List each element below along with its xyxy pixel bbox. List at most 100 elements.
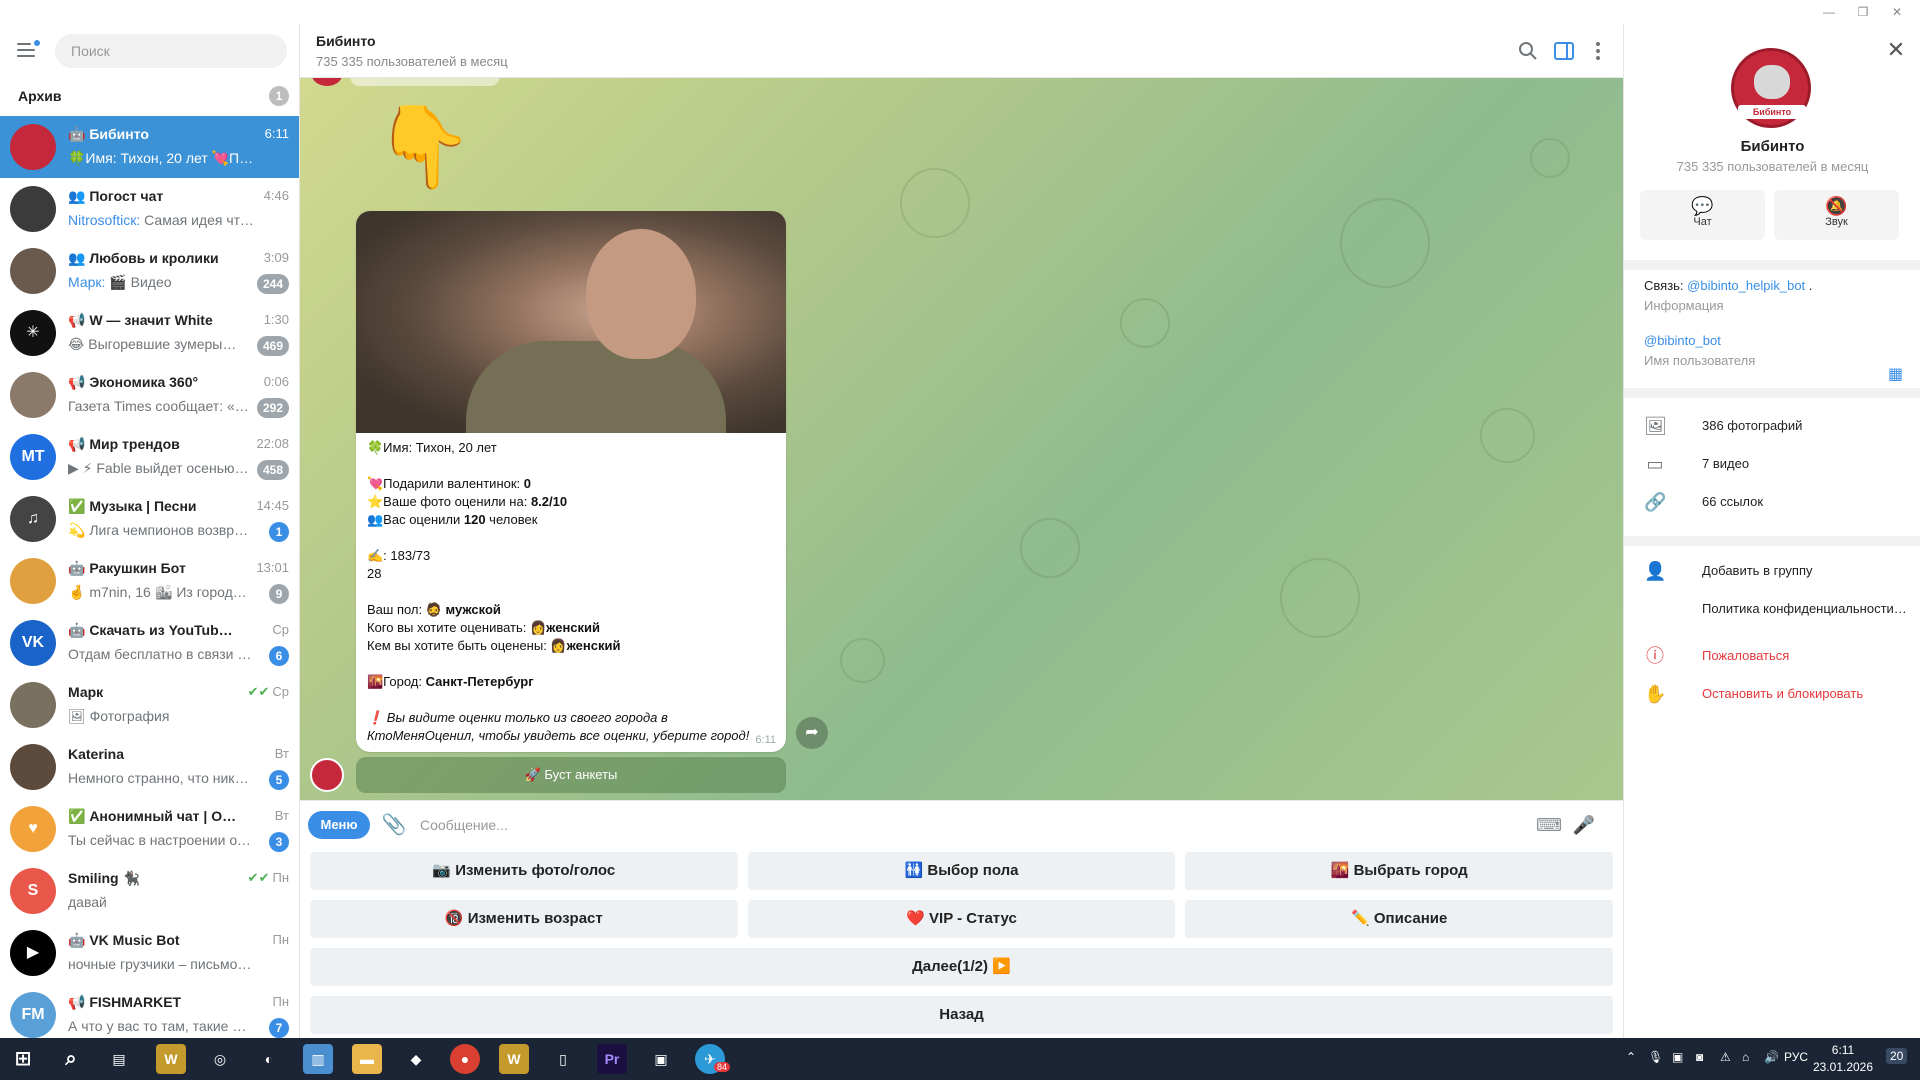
file-explorer-icon[interactable]: ▬ xyxy=(352,1044,382,1074)
chat-time: Вт xyxy=(274,808,289,823)
keyboard-button[interactable]: ✏️ Описание xyxy=(1185,900,1614,938)
chat-list-item[interactable]: VK 🤖 Скачать из YouTube RuTu… Ср Отдам бесп… xyxy=(0,612,299,674)
chat-name: Марк xyxy=(68,684,104,700)
app-discord-icon[interactable]: ◐ xyxy=(254,1044,284,1074)
chat-preview: 🍀Имя: Тихон, 20 лет 💘Пода… xyxy=(68,150,254,166)
previous-message[interactable] xyxy=(350,78,500,86)
app-w-icon[interactable]: W xyxy=(156,1044,186,1074)
chat-list-item[interactable]: 🤖 Ракушкин Бот 13:01 🤞 m7nin, 16 🏙 Из горо… xyxy=(0,550,299,612)
sound-button[interactable]: 🔕 Звук xyxy=(1774,190,1899,240)
chat-list-item[interactable]: ♥ ✅ Анонимный чат | Общен… Вт Ты сейчас в н… xyxy=(0,798,299,860)
add-to-group-row[interactable]: 👤 Добавить в группу xyxy=(1624,552,1920,590)
more-options-icon[interactable] xyxy=(1586,39,1610,63)
search-input[interactable]: Поиск xyxy=(55,34,287,68)
app-notepad-icon[interactable]: ▥ xyxy=(303,1044,333,1074)
chat-time: Пн xyxy=(272,932,289,947)
keyboard-button[interactable]: 🚻 Выбор пола xyxy=(747,852,1176,890)
sender-avatar[interactable] xyxy=(312,78,342,86)
profile-photo[interactable] xyxy=(356,211,786,433)
keyboard-button[interactable]: ❤️ VIP - Статус xyxy=(747,900,1176,938)
taskbar-clock[interactable]: 6:11 23.01.2026 xyxy=(1808,1042,1878,1076)
chrome-icon[interactable]: ● xyxy=(450,1044,480,1074)
profile-avatar[interactable]: Бибинто xyxy=(1731,48,1811,128)
bot-keyboard-icon[interactable]: ⌨ xyxy=(1536,813,1562,837)
chat-list-item[interactable]: 👥 Погост чат 4:46 Nitrosofticк: Самая идея… xyxy=(0,178,299,240)
app-window-icon[interactable]: ▣ xyxy=(646,1044,676,1074)
keyboard-button[interactable]: 📷 Изменить фото/голос xyxy=(310,852,738,890)
privacy-policy-row[interactable]: Политика конфиденциальности… xyxy=(1624,590,1920,628)
chat-list-item[interactable]: 📢 Экономика 360° 0:06 Газета Times сообщае… xyxy=(0,364,299,426)
chat-list-item[interactable]: MT 📢 Мир трендов 22:08 ▶ ⚡ Fable выйдет осе… xyxy=(0,426,299,488)
chat-list-item[interactable]: 👥 Любовь и кролики 3:09 Марк: 🎬 Видео 244 xyxy=(0,240,299,302)
photos-row[interactable]: 🖼 386 фотографий xyxy=(1624,407,1920,445)
chat-preview: Nitrosofticк: Самая идея что кинос… xyxy=(68,212,254,228)
notification-count[interactable]: 20 xyxy=(1886,1048,1908,1064)
chat-avatar xyxy=(10,372,56,418)
attach-icon[interactable]: 📎 xyxy=(380,811,408,839)
bot-avatar[interactable] xyxy=(310,758,344,792)
username[interactable]: @bibinto_bot xyxy=(1644,333,1721,348)
tray-app-icon[interactable]: ▣ xyxy=(1672,1050,1683,1064)
bot-menu-button[interactable]: Меню xyxy=(308,811,370,839)
unread-badge: 244 xyxy=(256,274,289,294)
contact-link[interactable]: @bibinto_helpik_bot xyxy=(1687,278,1805,293)
app-folder-icon[interactable]: ◆ xyxy=(401,1044,431,1074)
block-row[interactable]: ✋ Остановить и блокировать xyxy=(1624,675,1920,713)
chat-list-item[interactable]: Марк ✔✔ Ср 🖼 Фотография xyxy=(0,674,299,736)
document-icon[interactable]: ▯ xyxy=(548,1044,578,1074)
chat-preview: 💫 Лига чемпионов возвр… xyxy=(68,522,249,538)
keyboard-button[interactable]: 🔞 Изменить возраст xyxy=(310,900,738,938)
app-steam-icon[interactable]: ◎ xyxy=(205,1044,235,1074)
boost-profile-button[interactable]: 🚀 Буст анкеты xyxy=(356,757,786,793)
chat-preview: 🖼 Фотография xyxy=(68,708,170,724)
chat-preview: Отдам бесплатно в связи с пе… xyxy=(68,646,254,662)
menu-icon[interactable] xyxy=(17,40,40,58)
keyboard-button[interactable]: Далее(1/2) ▶️ xyxy=(310,948,1613,986)
microphone-icon[interactable]: 🎤 xyxy=(1572,813,1596,837)
message-line: ✍️: 183/73 xyxy=(367,548,431,563)
chat-list-item[interactable]: S Smiling 🐈‍⬛ ✔✔ Пн давай xyxy=(0,860,299,922)
message-line: 🍀Имя: Тихон, 20 лет xyxy=(367,440,497,455)
tray-app2-icon[interactable]: ◙ xyxy=(1696,1050,1703,1064)
keyboard-button[interactable]: Назад xyxy=(310,996,1613,1034)
taskbar-search-icon[interactable]: ⌕ xyxy=(56,1044,86,1074)
premiere-icon[interactable]: Pr xyxy=(597,1044,627,1074)
search-icon[interactable] xyxy=(1516,39,1540,63)
message-input[interactable] xyxy=(420,809,1320,841)
tray-volume-icon[interactable]: 🔊 xyxy=(1764,1050,1779,1064)
keyboard-button[interactable]: 🌇 Выбрать город xyxy=(1185,852,1614,890)
contact-info: Связь: @bibinto_helpik_bot . xyxy=(1644,278,1813,293)
chat-list-item[interactable]: FM 📢 FISHMARKET Пн А что у вас то там, таки… xyxy=(0,984,299,1038)
chat-avatar: ✳ xyxy=(10,310,56,356)
forward-icon[interactable]: ➦ xyxy=(796,717,828,749)
chat-button[interactable]: 💬 Чат xyxy=(1640,190,1765,240)
close-window-button[interactable]: ✕ xyxy=(1874,0,1920,24)
archive-count: 1 xyxy=(269,86,289,106)
chat-avatar xyxy=(10,558,56,604)
report-row[interactable]: ⓘ Пожаловаться xyxy=(1624,637,1920,675)
chat-list-item[interactable]: ✳ 📢 W — значит White 1:30 😂 Выгоревшие зуме… xyxy=(0,302,299,364)
qr-code-icon[interactable]: ▦ xyxy=(1888,364,1906,383)
chat-list-item[interactable]: ▶ 🤖 VK Music Bot Пн ночные грузчики – письм… xyxy=(0,922,299,984)
tray-network-icon[interactable]: ⌂ xyxy=(1742,1050,1749,1064)
app-w2-icon[interactable]: W xyxy=(499,1044,529,1074)
task-view-icon[interactable]: ▤ xyxy=(104,1044,134,1074)
windows-start-icon[interactable]: ⊞ xyxy=(8,1044,38,1074)
chat-avatar: S xyxy=(10,868,56,914)
chat-list-item[interactable]: ♫ ✅ Музыка | Песни 14:45 💫 Лига чемпионов в… xyxy=(0,488,299,550)
tray-warning-icon[interactable]: ⚠ xyxy=(1720,1050,1731,1064)
chat-list-item[interactable]: Katerina Вт Немного странно, что никак … 5 xyxy=(0,736,299,798)
profile-message[interactable]: 🍀Имя: Тихон, 20 лет 💘Подарили валентинок:… xyxy=(356,211,786,752)
chat-time: 13:01 xyxy=(256,560,289,575)
tray-chevron-icon[interactable]: ⌃ xyxy=(1626,1050,1636,1064)
chat-name: 🤖 Ракушкин Бот xyxy=(68,560,186,576)
chat-list-item[interactable]: 🤖 Бибинто 6:11 🍀Имя: Тихон, 20 лет 💘Пода… xyxy=(0,116,299,178)
close-icon[interactable]: ✕ xyxy=(1884,38,1908,62)
links-row[interactable]: 🔗 66 ссылок xyxy=(1624,483,1920,521)
sidebar-toggle-icon[interactable] xyxy=(1552,39,1576,63)
videos-row[interactable]: ▭ 7 видео xyxy=(1624,445,1920,483)
tray-mic-icon[interactable]: 🎙 xyxy=(1648,1050,1663,1064)
archive-folder[interactable]: Архив 1 xyxy=(0,76,299,116)
chat-header[interactable]: Бибинто 735 335 пользователей в месяц xyxy=(300,24,1623,78)
language-indicator[interactable]: РУС xyxy=(1784,1050,1808,1064)
